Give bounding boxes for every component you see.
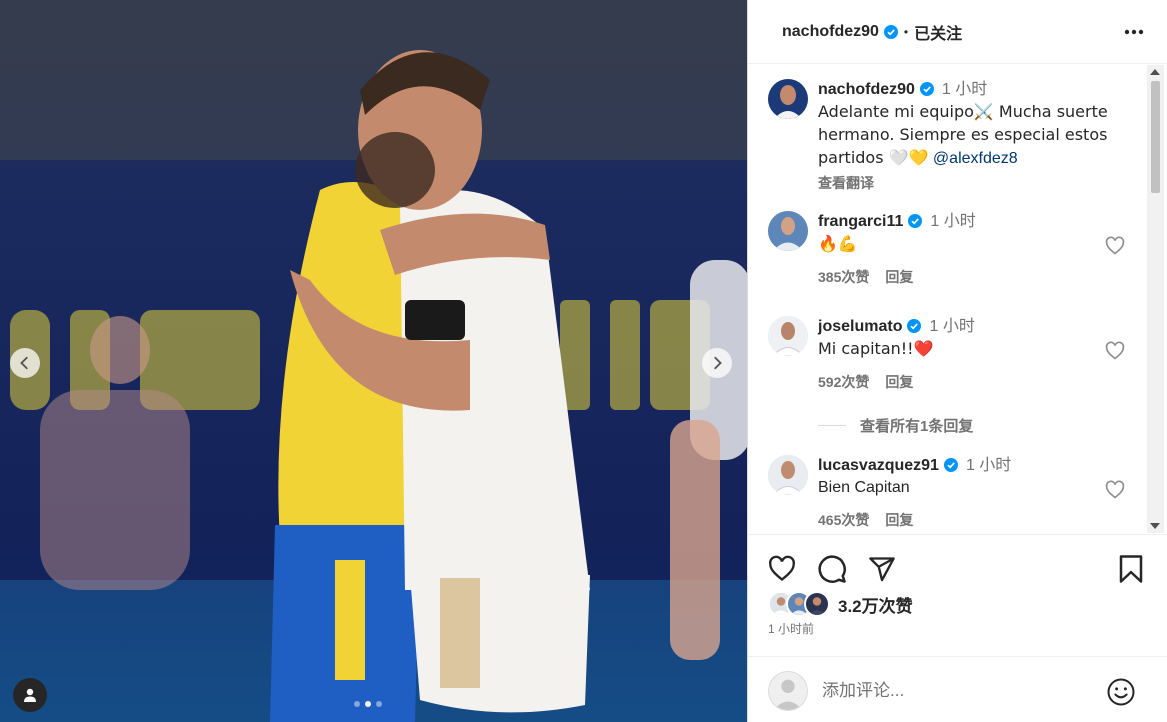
verified-icon [883, 24, 898, 39]
carousel-dots [354, 701, 382, 707]
replies-divider [818, 425, 846, 426]
verified-icon [907, 319, 922, 333]
comment-text: Mi capitan!!❤️ [818, 339, 934, 358]
carousel-dot [376, 701, 382, 707]
heart-icon[interactable] [1105, 236, 1125, 256]
heart-icon[interactable] [1105, 341, 1125, 361]
add-comment-bar [748, 656, 1167, 722]
share-button[interactable] [866, 553, 898, 585]
likes-summary: 3.2万次赞 [768, 591, 913, 617]
reply-button[interactable]: 回复 [885, 374, 913, 390]
comment-body: joselumato 1 小时 Mi capitan!!❤️ 592次赞 回复 [818, 316, 1118, 393]
comment-time[interactable]: 1 小时 [966, 457, 1011, 474]
post-photo-scene [0, 0, 747, 722]
comment-username[interactable]: frangarci11 [818, 213, 903, 230]
avatar[interactable] [768, 211, 808, 251]
like-button[interactable] [766, 553, 798, 585]
carousel-dot [354, 701, 360, 707]
reply-button[interactable]: 回复 [885, 512, 913, 528]
scroll-up-arrow[interactable] [1150, 69, 1160, 75]
view-all-replies-button[interactable]: 查看所有1条回复 [818, 415, 973, 436]
view-replies-label: 查看所有1条回复 [860, 418, 974, 435]
scroll-thumb[interactable] [1151, 81, 1160, 193]
emoji-icon[interactable] [1106, 677, 1136, 707]
comment-username[interactable]: joselumato [818, 318, 902, 335]
comment-text: 🔥💪 [818, 234, 858, 253]
chevron-left-icon [20, 356, 28, 370]
post-timestamp[interactable]: 1 小时前 [768, 620, 814, 637]
scroll-down-arrow[interactable] [1150, 523, 1160, 529]
header-separator: • [903, 24, 909, 39]
likes-count[interactable]: 3.2万次赞 [838, 592, 913, 617]
tagged-users-button[interactable] [13, 678, 47, 712]
comment-body: frangarci11 1 小时 🔥💪 385次赞 回复 [818, 211, 1118, 288]
avatar[interactable] [768, 79, 808, 119]
caption-mention[interactable]: @alexfdez8 [933, 150, 1018, 167]
save-button[interactable] [1115, 553, 1147, 585]
share-icon [869, 557, 895, 582]
caption-username[interactable]: nachofdez90 [818, 81, 915, 98]
caption-body: nachofdez90 1 小时 Adelante mi equipo⚔️ Muc… [818, 79, 1118, 194]
avatar[interactable] [768, 455, 808, 495]
comment-actions: 465次赞 回复 [818, 509, 1118, 531]
comment-body: lucasvazquez91 1 小时 Bien Capitan 465次赞 回复 [818, 455, 1118, 531]
avatar[interactable] [768, 316, 808, 356]
comment-actions: 385次赞 回复 [818, 266, 1118, 288]
avatar[interactable] [804, 591, 830, 617]
carousel-dot-active [365, 701, 371, 707]
heart-icon [769, 555, 795, 581]
comment-icon [818, 555, 846, 583]
post-photo [0, 0, 747, 722]
post-actions-bar [748, 534, 1167, 594]
post-header: nachofdez90 • 已关注 [748, 0, 1167, 64]
next-photo-button[interactable] [702, 348, 732, 378]
comment-text: Bien Capitan [818, 479, 910, 496]
bookmark-icon [1119, 555, 1143, 583]
following-button[interactable]: 已关注 [914, 20, 962, 44]
comments-scrollbar[interactable] [1147, 65, 1164, 533]
comment-time[interactable]: 1 小时 [930, 213, 975, 230]
see-translation-link[interactable]: 查看翻译 [818, 172, 1118, 194]
comment-button[interactable] [816, 553, 848, 585]
verified-icon [919, 82, 934, 96]
verified-icon [908, 214, 923, 228]
header-username[interactable]: nachofdez90 [782, 23, 879, 41]
comment-username[interactable]: lucasvazquez91 [818, 457, 939, 474]
comment-likes[interactable]: 385次赞 [818, 269, 869, 285]
comment-input[interactable] [822, 677, 1092, 705]
comments-list[interactable]: nachofdez90 1 小时 Adelante mi equipo⚔️ Muc… [748, 65, 1167, 533]
comment-likes[interactable]: 465次赞 [818, 512, 869, 528]
comment-likes[interactable]: 592次赞 [818, 374, 869, 390]
user-tag-icon [24, 688, 36, 702]
chevron-right-icon [714, 356, 722, 370]
previous-photo-button[interactable] [10, 348, 40, 378]
more-options-button[interactable] [1122, 20, 1146, 44]
comment-actions: 592次赞 回复 [818, 371, 1118, 393]
heart-icon[interactable] [1105, 480, 1125, 500]
caption-time[interactable]: 1 小时 [942, 81, 987, 98]
comment-time[interactable]: 1 小时 [929, 318, 974, 335]
reply-button[interactable]: 回复 [885, 269, 913, 285]
more-options-icon [1124, 29, 1144, 35]
verified-icon [943, 458, 958, 472]
avatar [768, 671, 808, 711]
post-detail-panel: nachofdez90 • 已关注 nachofdez90 1 小时 Adelan… [747, 0, 1167, 722]
